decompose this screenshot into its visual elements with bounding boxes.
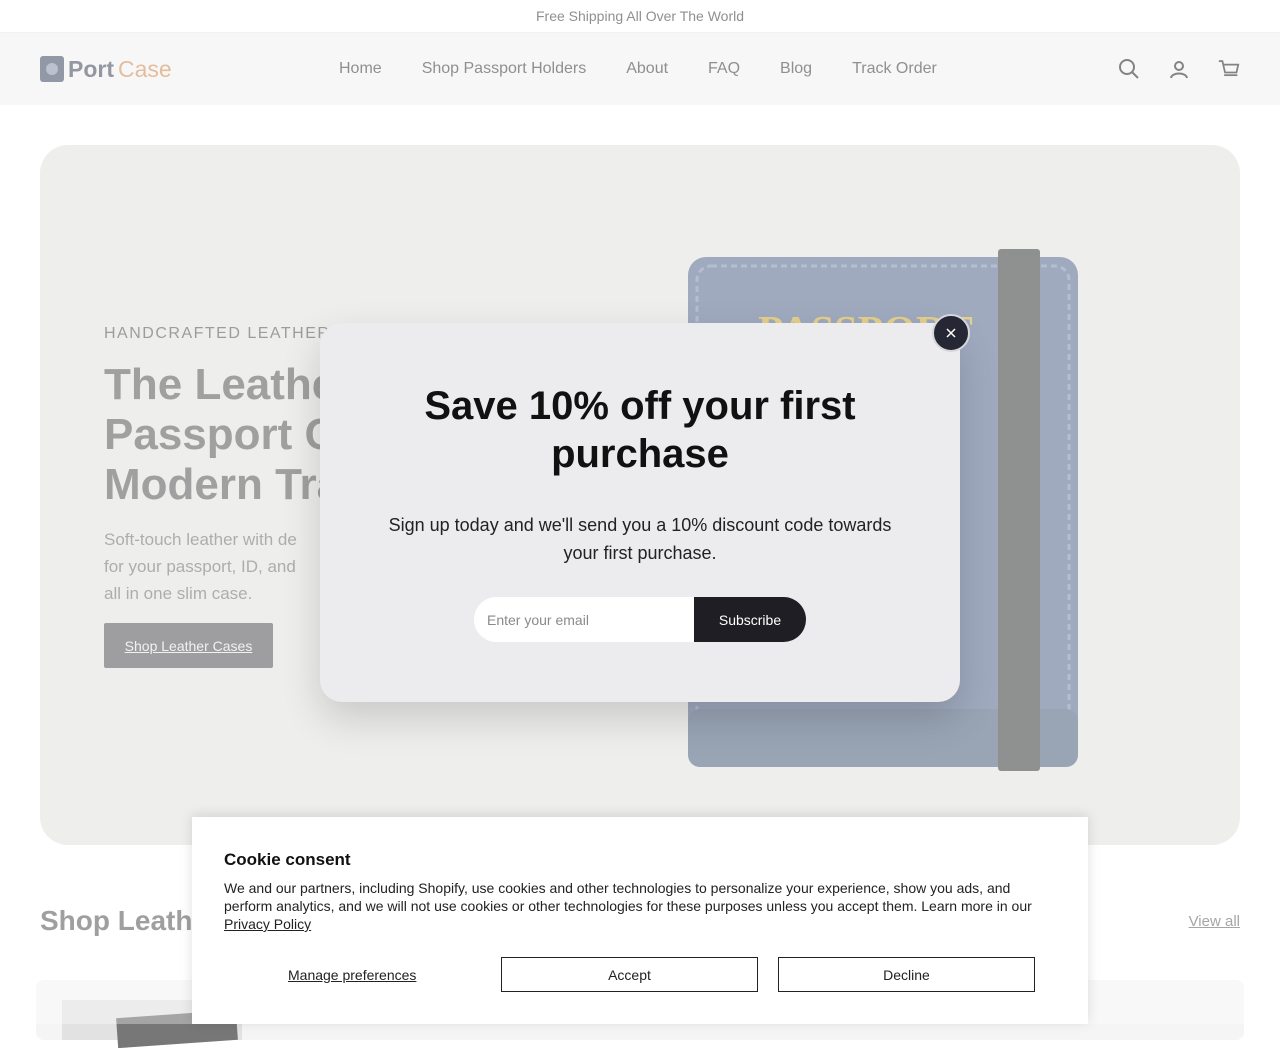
popup-title: Save 10% off your first purchase <box>320 382 960 478</box>
close-popup-button[interactable] <box>932 314 970 352</box>
newsletter-popup: Save 10% off your first purchase Sign up… <box>320 323 960 702</box>
cookie-title: Cookie consent <box>224 850 351 869</box>
cookie-consent-banner: Cookie consent We and our partners, incl… <box>192 817 1088 1024</box>
decline-cookies-button[interactable]: Decline <box>778 957 1035 992</box>
email-input[interactable] <box>474 597 694 642</box>
popup-title-line-1: Save 10% off your first <box>424 384 856 428</box>
popup-title-line-2: purchase <box>551 432 729 476</box>
close-icon <box>946 328 956 338</box>
privacy-policy-link[interactable]: Privacy Policy <box>224 916 311 932</box>
manage-preferences-link[interactable]: Manage preferences <box>288 967 416 983</box>
cookie-text: We and our partners, including Shopify, … <box>224 880 1032 914</box>
accept-cookies-button[interactable]: Accept <box>501 957 758 992</box>
popup-description: Sign up today and we'll send you a 10% d… <box>388 515 892 563</box>
cookie-description: We and our partners, including Shopify, … <box>224 879 1052 933</box>
subscribe-button[interactable]: Subscribe <box>694 597 806 642</box>
